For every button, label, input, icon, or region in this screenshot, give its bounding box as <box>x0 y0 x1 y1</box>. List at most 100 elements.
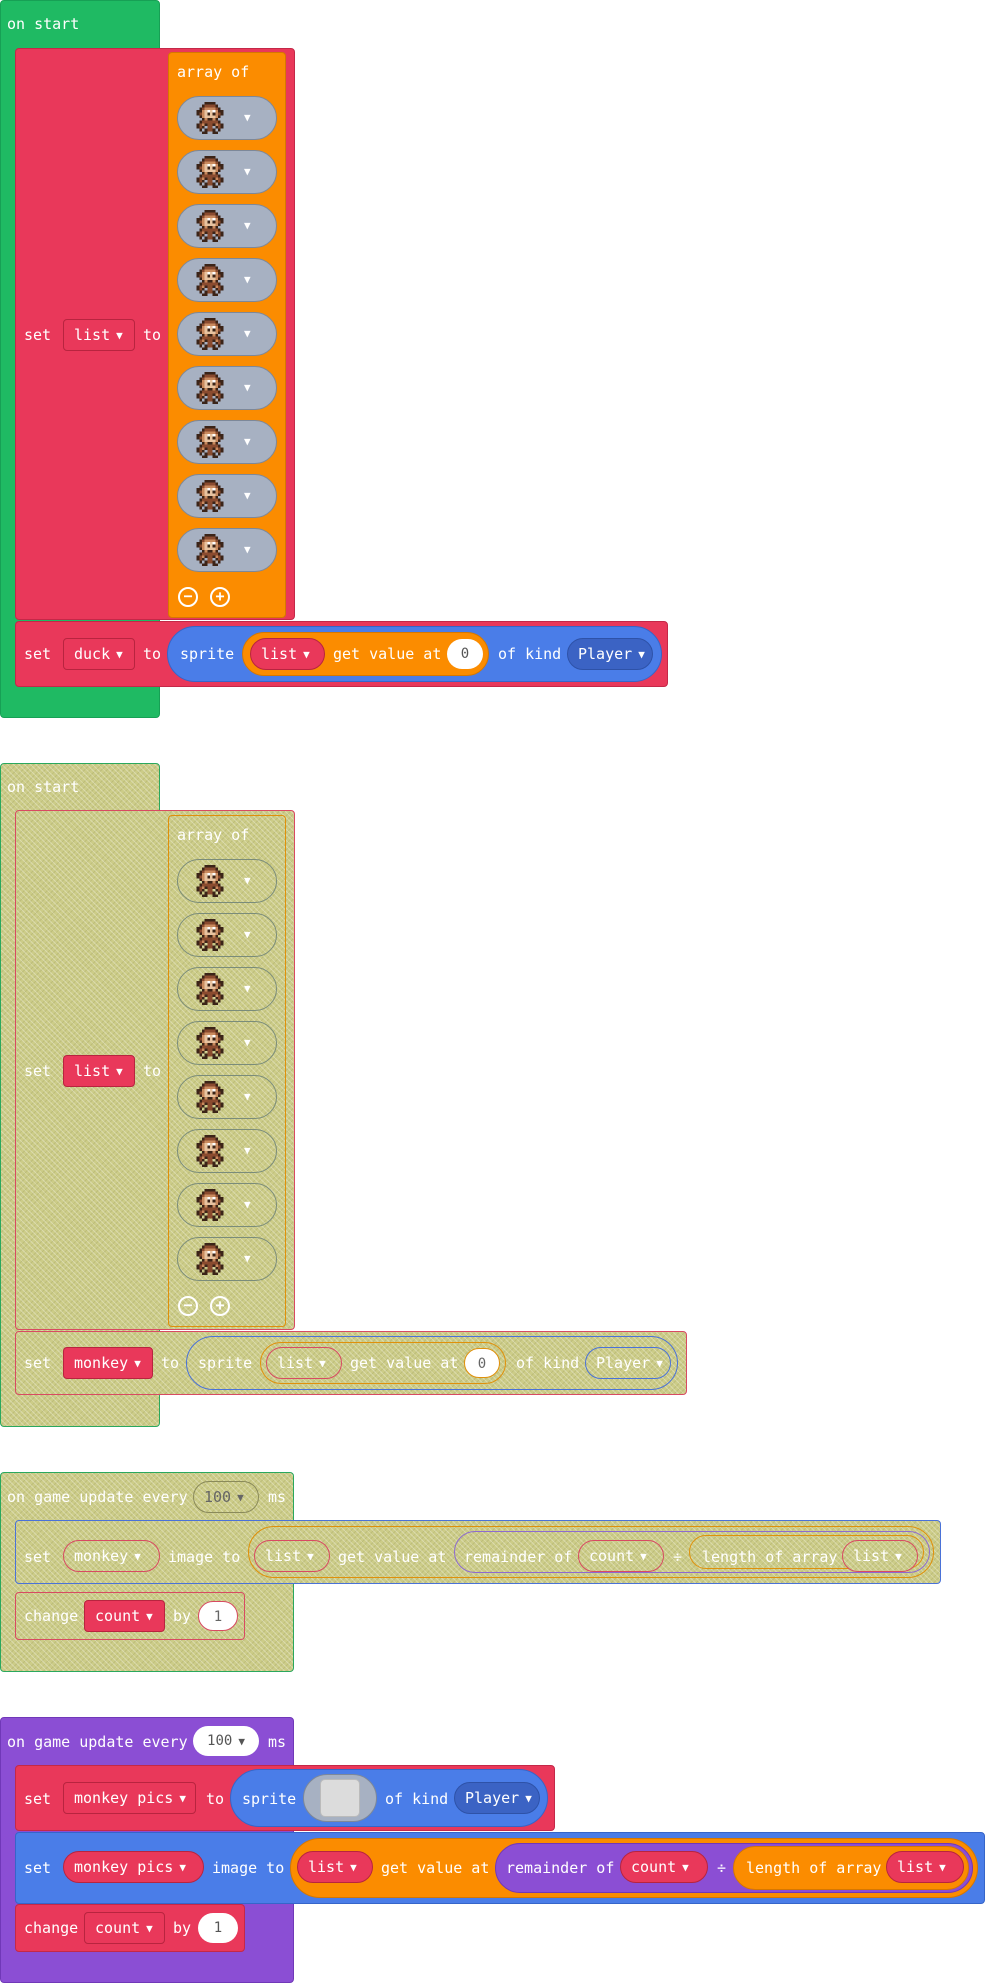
change-by-number-input-2[interactable]: 1 <box>198 1913 238 1943</box>
monkey-variable-dropdown-2[interactable]: monkey ▼ <box>63 1540 160 1572</box>
set-label-1: set <box>24 326 52 344</box>
array2-image-slot[interactable]: ▼ <box>177 967 277 1011</box>
on-start-label-1: on start <box>7 15 80 33</box>
get-value-at-label-4: get value at <box>381 1859 490 1877</box>
monkey-sprite-icon <box>194 480 226 512</box>
chevron-down-icon[interactable]: ▼ <box>244 435 251 448</box>
array2-image-slot[interactable]: ▼ <box>177 1075 277 1119</box>
monkey-variable-dropdown-1[interactable]: monkey ▼ <box>63 1347 153 1379</box>
of-kind-label-1: of kind <box>498 645 562 663</box>
sprite-label-1: sprite <box>180 645 235 663</box>
array1-image-slot[interactable]: ▼ <box>177 312 277 356</box>
chevron-down-icon[interactable]: ▼ <box>244 1036 251 1049</box>
chevron-down-icon[interactable]: ▼ <box>244 1090 251 1103</box>
count-variable-dropdown-4[interactable]: count ▼ <box>84 1912 165 1944</box>
monkey-pics-variable-dropdown-1[interactable]: monkey pics ▼ <box>63 1782 196 1814</box>
array1-image-slot[interactable]: ▼ <box>177 420 277 464</box>
count-variable-dropdown-2[interactable]: count ▼ <box>84 1600 165 1632</box>
list-variable-dropdown-7[interactable]: list ▼ <box>297 1851 373 1883</box>
set-label-2: set <box>24 645 52 663</box>
by-label-2: by <box>173 1919 192 1937</box>
array2-image-slot[interactable]: ▼ <box>177 1021 277 1065</box>
of-kind-label-3: of kind <box>385 1790 449 1808</box>
change-by-number-input-1[interactable]: 1 <box>198 1601 238 1631</box>
monkey-sprite-icon <box>194 919 226 951</box>
duck-variable-dropdown[interactable]: duck ▼ <box>63 638 135 670</box>
array1-image-slot[interactable]: ▼ <box>177 528 277 572</box>
monkey-sprite-icon <box>194 865 226 897</box>
list-variable-dropdown-4[interactable]: list ▼ <box>266 1347 342 1379</box>
index-number-input-2[interactable]: 0 <box>464 1348 500 1378</box>
set-label-7: set <box>24 1859 52 1877</box>
array-of-label-1: array of <box>177 63 250 81</box>
chevron-down-icon[interactable]: ▼ <box>244 1198 251 1211</box>
index-number-input-1[interactable]: 0 <box>447 639 483 669</box>
chevron-down-icon[interactable]: ▼ <box>244 111 251 124</box>
kind-dropdown-3[interactable]: Player ▼ <box>454 1782 540 1814</box>
interval-dropdown-2[interactable]: 100 ▼ <box>193 1726 259 1756</box>
chevron-down-icon[interactable]: ▼ <box>244 982 251 995</box>
array2-image-slot[interactable]: ▼ <box>177 1129 277 1173</box>
chevron-down-icon[interactable]: ▼ <box>244 219 251 232</box>
chevron-down-icon[interactable]: ▼ <box>244 327 251 340</box>
chevron-down-icon[interactable]: ▼ <box>244 165 251 178</box>
monkey-sprite-icon <box>194 1135 226 1167</box>
array-of-label-2: array of <box>177 826 250 844</box>
get-value-at-label-3: get value at <box>338 1548 447 1566</box>
monkey-sprite-icon <box>194 426 226 458</box>
monkey-pics-variable-dropdown-2[interactable]: monkey pics ▼ <box>63 1851 204 1883</box>
count-variable-dropdown-3[interactable]: count ▼ <box>620 1851 708 1883</box>
chevron-down-icon[interactable]: ▼ <box>244 381 251 394</box>
chevron-down-icon[interactable]: ▼ <box>244 928 251 941</box>
add-item-icon-2[interactable]: + <box>210 1296 230 1316</box>
list-variable-dropdown-5[interactable]: list ▼ <box>254 1540 330 1572</box>
array2-image-slot[interactable]: ▼ <box>177 1237 277 1281</box>
to-label-4: to <box>161 1354 180 1372</box>
chevron-down-icon[interactable]: ▼ <box>244 1144 251 1157</box>
of-kind-label-2: of kind <box>516 1354 580 1372</box>
list-variable-dropdown-2[interactable]: list ▼ <box>250 638 325 670</box>
array1-image-slot[interactable]: ▼ <box>177 366 277 410</box>
list-variable-dropdown-3[interactable]: list ▼ <box>63 1055 135 1087</box>
monkey-sprite-icon <box>194 372 226 404</box>
remove-item-icon-1[interactable]: − <box>178 587 198 607</box>
list-variable-dropdown-8[interactable]: list ▼ <box>886 1851 964 1883</box>
get-value-at-label-2: get value at <box>350 1354 459 1372</box>
monkey-sprite-icon <box>194 534 226 566</box>
monkey-sprite-icon <box>194 210 226 242</box>
chevron-down-icon[interactable]: ▼ <box>244 273 251 286</box>
array1-image-slot[interactable]: ▼ <box>177 204 277 248</box>
set-label-6: set <box>24 1790 52 1808</box>
array1-image-slot[interactable]: ▼ <box>177 474 277 518</box>
array2-image-slot[interactable]: ▼ <box>177 913 277 957</box>
monkey-sprite-icon <box>194 1081 226 1113</box>
interval-dropdown-1[interactable]: 100 ▼ <box>193 1481 259 1513</box>
on-game-update-label-1: on game update every <box>7 1488 188 1506</box>
ms-label-1: ms <box>268 1488 287 1506</box>
to-label-1: to <box>143 326 162 344</box>
array1-image-slot[interactable]: ▼ <box>177 258 277 302</box>
kind-dropdown-1[interactable]: Player ▼ <box>567 638 653 670</box>
list-variable-dropdown-6[interactable]: list ▼ <box>842 1540 918 1572</box>
on-start-label-2: on start <box>7 778 80 796</box>
remove-item-icon-2[interactable]: − <box>178 1296 198 1316</box>
array2-image-slot[interactable]: ▼ <box>177 859 277 903</box>
by-label-1: by <box>173 1607 192 1625</box>
chevron-down-icon[interactable]: ▼ <box>244 874 251 887</box>
length-of-array-label-1: length of array <box>702 1548 838 1566</box>
list-variable-dropdown-1[interactable]: list ▼ <box>63 319 135 351</box>
count-variable-dropdown-1[interactable]: count ▼ <box>578 1540 664 1572</box>
set-label-4: set <box>24 1354 52 1372</box>
monkey-sprite-icon <box>194 102 226 134</box>
kind-dropdown-2[interactable]: Player ▼ <box>585 1347 671 1379</box>
length-of-array-label-2: length of array <box>746 1859 882 1877</box>
array2-image-slot[interactable]: ▼ <box>177 1183 277 1227</box>
chevron-down-icon[interactable]: ▼ <box>244 489 251 502</box>
array1-image-slot[interactable]: ▼ <box>177 96 277 140</box>
chevron-down-icon[interactable]: ▼ <box>244 1252 251 1265</box>
on-game-update-label-2: on game update every <box>7 1733 188 1751</box>
set-label-3: set <box>24 1062 52 1080</box>
add-item-icon-1[interactable]: + <box>210 587 230 607</box>
chevron-down-icon[interactable]: ▼ <box>244 543 251 556</box>
array1-image-slot[interactable]: ▼ <box>177 150 277 194</box>
